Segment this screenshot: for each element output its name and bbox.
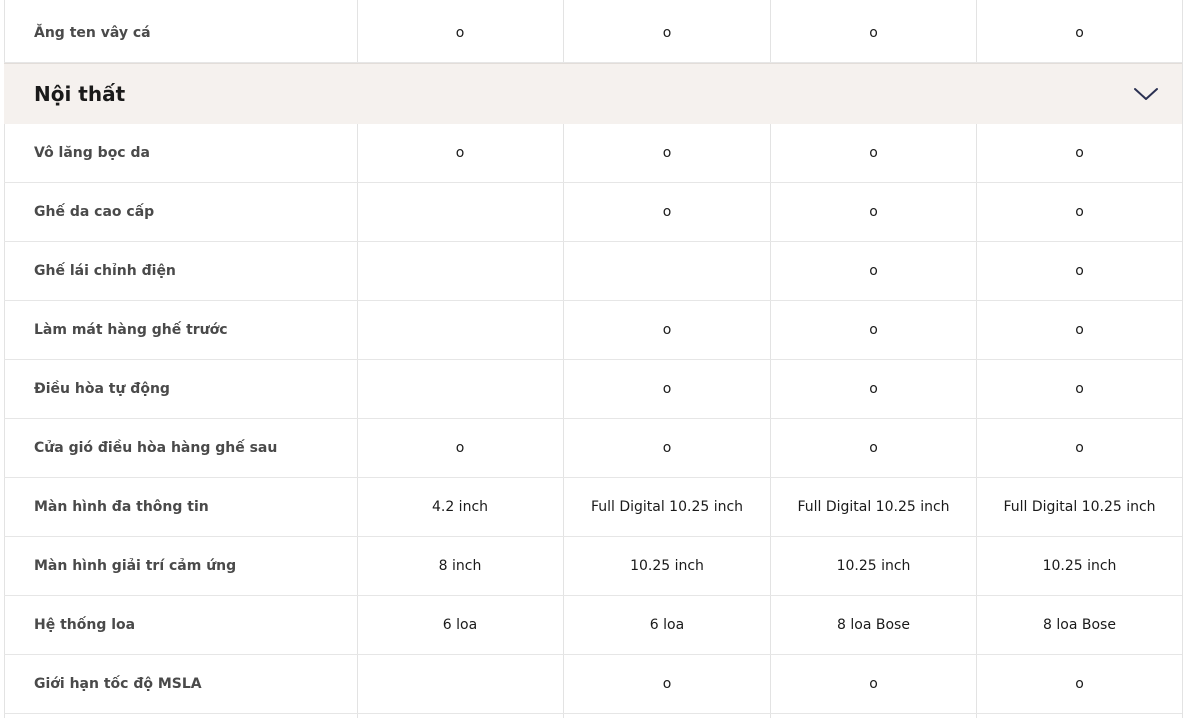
row-label: Ghế da cao cấp: [34, 204, 155, 220]
cell-value: o: [869, 440, 878, 456]
cell-value: o: [869, 145, 878, 161]
section-header-interior[interactable]: Nội thất: [4, 63, 1182, 124]
table-row: Ăng ten vây cá o o o o: [4, 4, 1182, 63]
row-label: Hệ thống loa: [34, 617, 136, 633]
cell-value: o: [455, 440, 465, 456]
cell-value: 6 loa: [649, 617, 685, 633]
cell-value: o: [455, 145, 465, 161]
cell-value: 6 loa: [442, 617, 478, 633]
table-row: Ghế lái chỉnh điện o o: [4, 242, 1182, 301]
cell-value: o: [1075, 322, 1084, 338]
row-label: Điều hòa tự động: [34, 381, 170, 397]
section-title: Nội thất: [34, 82, 126, 106]
cell-value: [357, 242, 563, 300]
row-label: Vô lăng bọc da: [34, 145, 150, 161]
table-row: Điều hòa tự động o o o: [4, 360, 1182, 419]
table-row: Màn hình giải trí cảm ứng 8 inch 10.25 i…: [4, 537, 1182, 596]
row-label: Màn hình giải trí cảm ứng: [34, 558, 237, 574]
cell-value: [357, 360, 563, 418]
cell-value: [357, 301, 563, 359]
table-row: Ghế da cao cấp o o o: [4, 183, 1182, 242]
cell-value: Full Digital 10.25 inch: [797, 499, 950, 515]
cell-value: o: [869, 322, 878, 338]
cell-value: o: [662, 204, 672, 220]
row-label: Ghế lái chỉnh điện: [34, 263, 176, 279]
cell-value: 8 loa Bose: [837, 617, 910, 633]
cell-value: Full Digital 10.25 inch: [1003, 499, 1156, 515]
cell-value: o: [869, 204, 878, 220]
cell-value: o: [662, 440, 672, 456]
cell-value: 8 inch: [438, 558, 482, 574]
cell-value: o: [1075, 381, 1084, 397]
cell-value: 10.25 inch: [630, 558, 704, 574]
cell-value: o: [1075, 25, 1084, 41]
cell-value: 8 loa Bose: [1043, 617, 1116, 633]
cell-value: [357, 183, 563, 241]
cell-value: 4.2 inch: [431, 499, 489, 515]
cell-value: 10.25 inch: [836, 558, 911, 574]
table-row: Giới hạn tốc độ MSLA o o o: [4, 655, 1182, 714]
cell-value: o: [869, 676, 878, 692]
cell-value: [357, 655, 563, 713]
row-label: Màn hình đa thông tin: [34, 499, 209, 515]
cell-value: 10.25 inch: [1042, 558, 1117, 574]
row-label: Làm mát hàng ghế trước: [34, 322, 228, 338]
spec-comparison-table: Ăng ten vây cá o o o o Nội thất Vô lăng …: [4, 0, 1183, 718]
cell-value: o: [1075, 263, 1084, 279]
cell-value: o: [662, 25, 672, 41]
cell-value: o: [869, 25, 878, 41]
cell-value: o: [662, 145, 672, 161]
cell-value: o: [1075, 204, 1084, 220]
table-row: Làm mát hàng ghế trước o o o: [4, 301, 1182, 360]
cell-value: Full Digital 10.25 inch: [590, 499, 744, 515]
row-label: Ăng ten vây cá: [34, 25, 151, 41]
cell-value: o: [869, 263, 878, 279]
cell-value: o: [1075, 440, 1084, 456]
row-label: Giới hạn tốc độ MSLA: [34, 676, 202, 692]
cell-value: o: [455, 25, 465, 41]
chevron-down-icon[interactable]: [1132, 82, 1160, 106]
table-row: Hệ thống loa 6 loa 6 loa 8 loa Bose 8 lo…: [4, 596, 1182, 655]
table-row: Màn hình đa thông tin 4.2 inch Full Digi…: [4, 478, 1182, 537]
cell-value: [564, 242, 770, 300]
cell-value: o: [662, 381, 672, 397]
cell-value: o: [662, 322, 672, 338]
cell-value: o: [1075, 145, 1084, 161]
table-right-border: [1182, 0, 1183, 718]
table-row: Vô lăng bọc da o o o o: [4, 124, 1182, 183]
cell-value: o: [662, 676, 672, 692]
cell-value: o: [869, 381, 878, 397]
row-label: Cửa gió điều hòa hàng ghế sau: [34, 440, 278, 456]
cell-value: o: [1075, 676, 1084, 692]
table-row: Cửa gió điều hòa hàng ghế sau o o o o: [4, 419, 1182, 478]
